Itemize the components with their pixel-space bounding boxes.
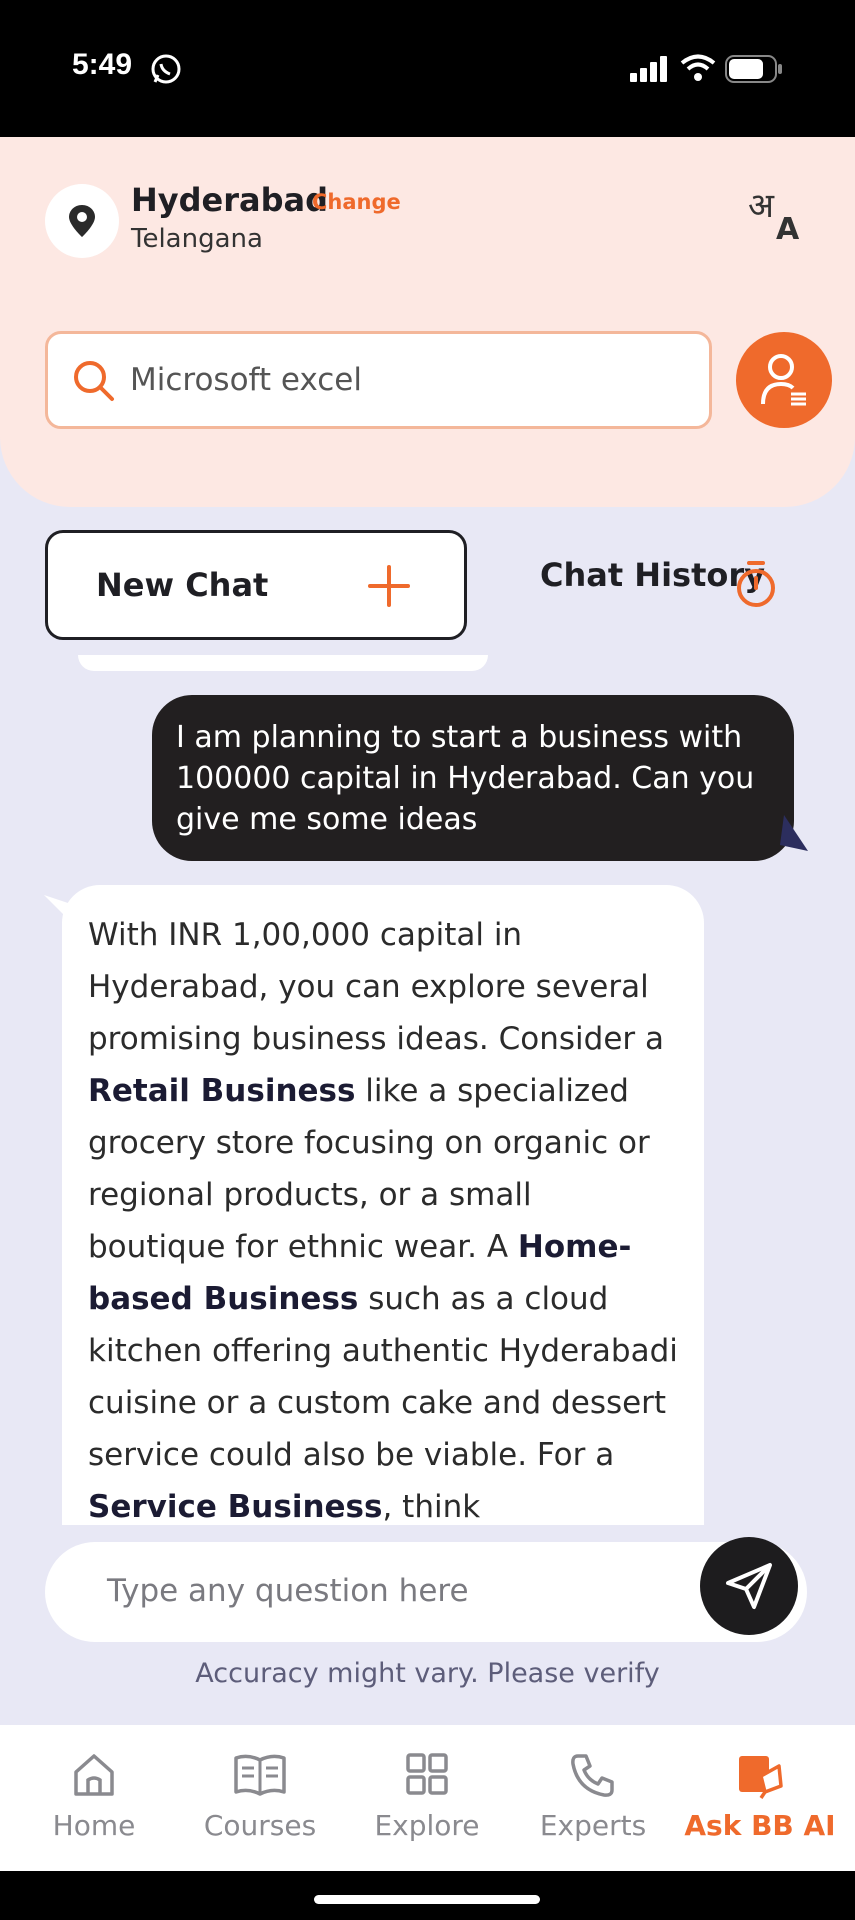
bottom-nav: Home Courses Explore Experts Ask BB AI — [0, 1725, 855, 1871]
location-city: Hyderabad — [131, 181, 329, 219]
home-indicator-area — [0, 1871, 855, 1920]
book-icon — [177, 1752, 343, 1796]
new-chat-label: New Chat — [96, 566, 269, 604]
profile-button[interactable] — [736, 332, 832, 428]
wifi-icon — [680, 54, 716, 86]
question-input[interactable]: Type any question here — [45, 1542, 807, 1642]
nav-ask-bb-ai[interactable]: Ask BB AI — [677, 1725, 843, 1871]
bubble-tail-icon — [780, 815, 810, 855]
nav-label: Home — [52, 1809, 136, 1842]
nav-courses[interactable]: Courses — [177, 1725, 343, 1871]
whatsapp-icon — [150, 53, 182, 89]
change-location-link[interactable]: Change — [312, 190, 401, 214]
search-icon — [72, 359, 116, 407]
phone-icon — [510, 1752, 676, 1798]
search-input[interactable]: Microsoft excel — [45, 331, 712, 429]
svg-text:A: A — [776, 212, 800, 243]
question-placeholder: Type any question here — [107, 1573, 469, 1609]
chat-messages: I am planning to start a business with 1… — [0, 655, 855, 1525]
bot-message: With INR 1,00,000 capital in Hyderabad, … — [62, 885, 704, 1525]
send-button[interactable] — [700, 1537, 798, 1635]
plus-icon — [368, 565, 410, 611]
location-state: Telangana — [131, 224, 263, 254]
home-indicator[interactable] — [314, 1895, 540, 1904]
grid-icon — [344, 1752, 510, 1796]
nav-home[interactable]: Home — [11, 1725, 177, 1871]
nav-label: Courses — [203, 1809, 317, 1842]
send-icon — [726, 1563, 772, 1609]
status-bar: 5:49 — [0, 0, 855, 137]
language-icon[interactable]: अA — [748, 186, 806, 247]
chat-history-button[interactable]: Chat History — [540, 556, 765, 594]
header: Hyderabad Change Telangana अA Microsoft … — [0, 137, 855, 507]
bot-bold-text: Retail Business — [88, 1073, 356, 1109]
location-pin-icon[interactable] — [45, 184, 119, 258]
new-chat-button[interactable]: New Chat — [45, 530, 467, 640]
accuracy-disclaimer: Accuracy might vary. Please verify — [195, 1658, 660, 1689]
nav-label: Explore — [374, 1809, 480, 1842]
battery-icon — [725, 55, 783, 87]
svg-text:अ: अ — [748, 187, 775, 226]
bot-text: With INR 1,00,000 capital in Hyderabad, … — [88, 917, 665, 1057]
stopwatch-icon[interactable] — [735, 560, 777, 614]
previous-message-bubble — [78, 655, 488, 671]
bot-text: , think — [382, 1489, 481, 1525]
home-icon — [11, 1752, 177, 1798]
status-time: 5:49 — [72, 48, 133, 81]
user-message: I am planning to start a business with 1… — [152, 695, 794, 861]
nav-label: Ask BB AI — [684, 1809, 836, 1842]
user-profile-icon — [761, 354, 806, 406]
signal-icon — [630, 56, 670, 86]
nav-explore[interactable]: Explore — [344, 1725, 510, 1871]
ask-ai-icon — [677, 1752, 843, 1800]
search-value: Microsoft excel — [130, 362, 362, 398]
nav-experts[interactable]: Experts — [510, 1725, 676, 1871]
bot-bold-text: Service Business — [88, 1489, 383, 1525]
nav-label: Experts — [539, 1809, 647, 1842]
